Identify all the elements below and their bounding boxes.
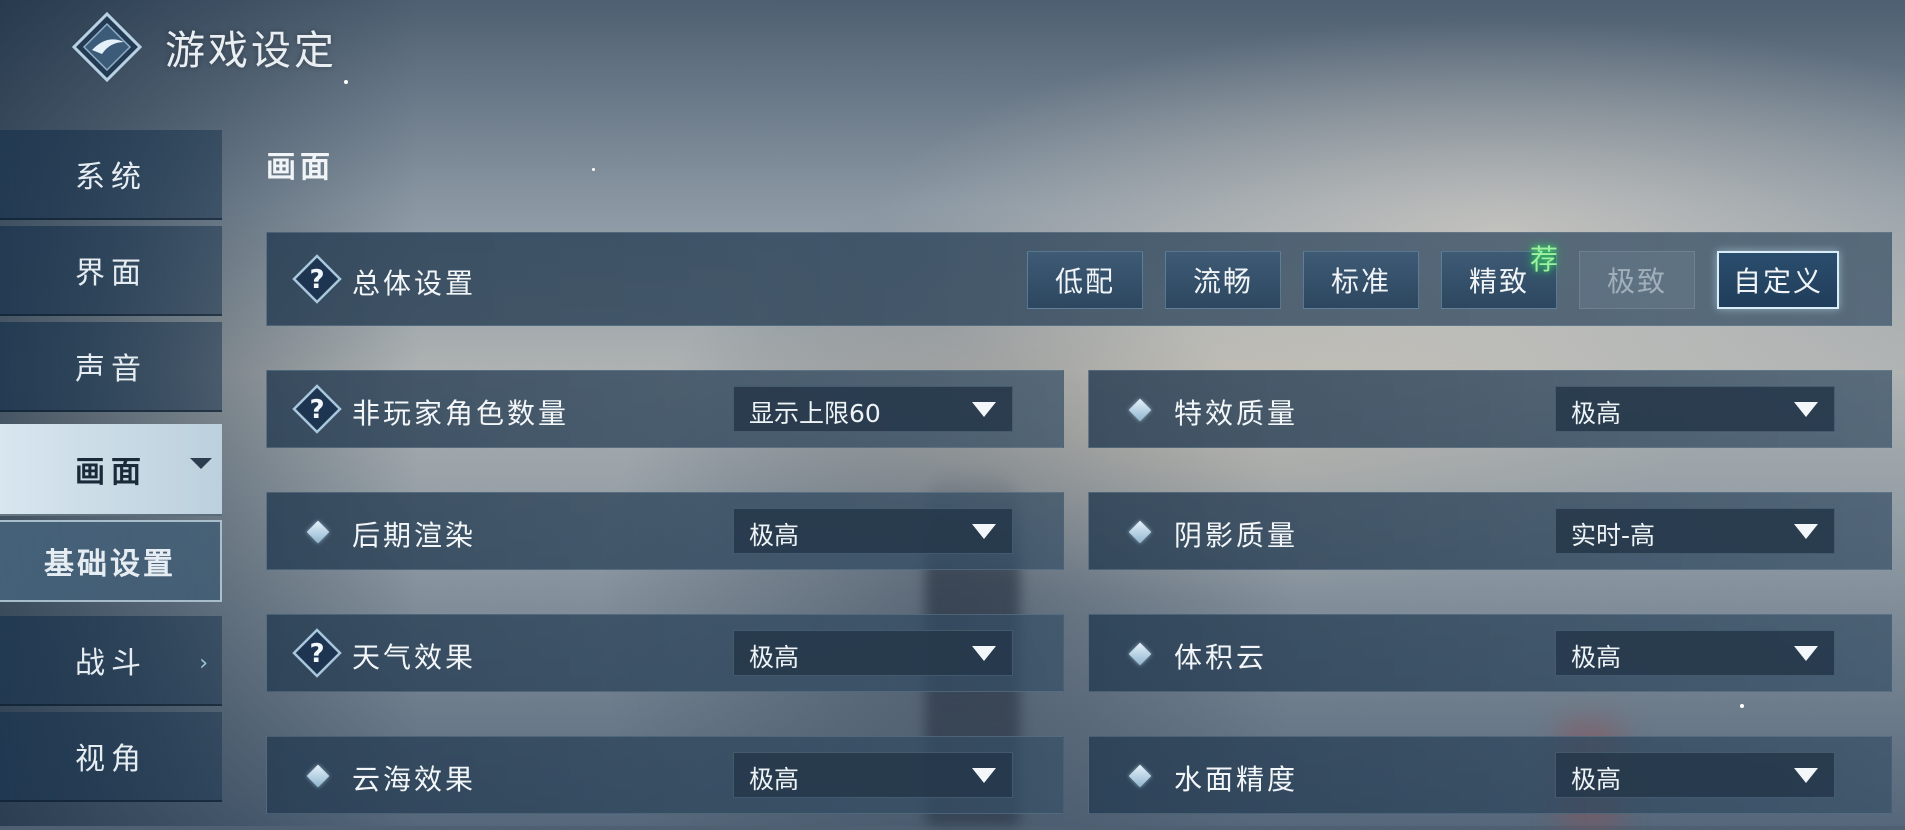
- sidebar-item-label: 基础设置: [44, 547, 176, 582]
- dropdown-value: 实时-高: [1571, 521, 1656, 550]
- sidebar-item-label: 界面: [75, 256, 147, 291]
- weather-effect-label: 天气效果: [352, 641, 477, 674]
- caret-down-icon: [972, 768, 996, 783]
- sidebar-item-interface[interactable]: 界面: [0, 226, 222, 316]
- sidebar-item-label: 战斗: [75, 646, 147, 681]
- sidebar-item-label: 画面: [75, 455, 147, 490]
- post-processing-label: 后期渲染: [352, 519, 477, 552]
- sidebar-item-system[interactable]: 系统: [0, 130, 222, 220]
- dropdown-value: 显示上限60: [749, 399, 881, 428]
- caret-down-icon: [1794, 402, 1818, 417]
- npc-count-label: 非玩家角色数量: [352, 397, 570, 430]
- volumetric-cloud-label: 体积云: [1174, 641, 1268, 674]
- preset-low-button[interactable]: 低配: [1027, 251, 1143, 309]
- dropdown-value: 极高: [1571, 765, 1622, 794]
- overall-settings-label: 总体设置: [352, 267, 477, 300]
- preset-standard-button[interactable]: 标准: [1303, 251, 1419, 309]
- dropdown-value: 极高: [1571, 643, 1622, 672]
- preset-smooth-button[interactable]: 流畅: [1165, 251, 1281, 309]
- preset-custom-button[interactable]: 自定义: [1717, 251, 1839, 309]
- section-title: 画面: [266, 150, 334, 185]
- water-detail-label: 水面精度: [1174, 763, 1299, 796]
- post-processing-dropdown[interactable]: 极高: [733, 508, 1013, 554]
- sidebar-item-label: 声音: [75, 352, 147, 387]
- dropdown-value: 极高: [1571, 399, 1622, 428]
- caret-down-icon: [1794, 768, 1818, 783]
- page-title: 游戏设定: [165, 28, 337, 74]
- dropdown-value: 极高: [749, 765, 800, 794]
- game-emblem-icon: [72, 12, 142, 82]
- recommended-badge: 荐: [1530, 243, 1559, 276]
- sparkle: [592, 168, 595, 171]
- sidebar-item-graphics[interactable]: 画面: [0, 424, 222, 516]
- help-icon[interactable]: ?: [292, 254, 342, 304]
- sidebar-item-camera[interactable]: 视角: [0, 712, 222, 802]
- sidebar-subitem-basic-settings[interactable]: 基础设置: [0, 520, 222, 602]
- effect-quality-dropdown[interactable]: 极高: [1555, 386, 1835, 432]
- sidebar-item-label: 视角: [75, 742, 147, 777]
- caret-down-icon: [1794, 524, 1818, 539]
- npc-count-dropdown[interactable]: 显示上限60: [733, 386, 1013, 432]
- caret-down-icon: [972, 646, 996, 661]
- svg-text:?: ?: [309, 265, 324, 295]
- chevron-right-icon: ›: [199, 651, 208, 676]
- help-icon[interactable]: ?: [292, 384, 342, 434]
- sidebar: 系统 界面 声音 画面 基础设置 战斗 › 视角: [0, 130, 222, 826]
- sidebar-item-label: 系统: [75, 160, 147, 195]
- svg-text:?: ?: [309, 639, 324, 669]
- shadow-quality-dropdown[interactable]: 实时-高: [1555, 508, 1835, 554]
- weather-effect-dropdown[interactable]: 极高: [733, 630, 1013, 676]
- svg-text:?: ?: [309, 395, 324, 425]
- dropdown-value: 极高: [749, 643, 800, 672]
- water-detail-dropdown[interactable]: 极高: [1555, 752, 1835, 798]
- sparkle: [1740, 704, 1744, 708]
- sea-of-clouds-dropdown[interactable]: 极高: [733, 752, 1013, 798]
- header: 游戏设定: [0, 0, 700, 100]
- caret-down-icon: [1794, 646, 1818, 661]
- volumetric-cloud-dropdown[interactable]: 极高: [1555, 630, 1835, 676]
- sea-of-clouds-label: 云海效果: [352, 763, 477, 796]
- help-icon[interactable]: ?: [292, 628, 342, 678]
- chevron-down-icon: [190, 458, 212, 469]
- caret-down-icon: [972, 524, 996, 539]
- effect-quality-label: 特效质量: [1174, 397, 1299, 430]
- shadow-quality-label: 阴影质量: [1174, 519, 1299, 552]
- caret-down-icon: [972, 402, 996, 417]
- preset-ultimate-button[interactable]: 极致: [1579, 251, 1695, 309]
- sidebar-item-sound[interactable]: 声音: [0, 322, 222, 412]
- dropdown-value: 极高: [749, 521, 800, 550]
- sidebar-item-combat[interactable]: 战斗 ›: [0, 616, 222, 706]
